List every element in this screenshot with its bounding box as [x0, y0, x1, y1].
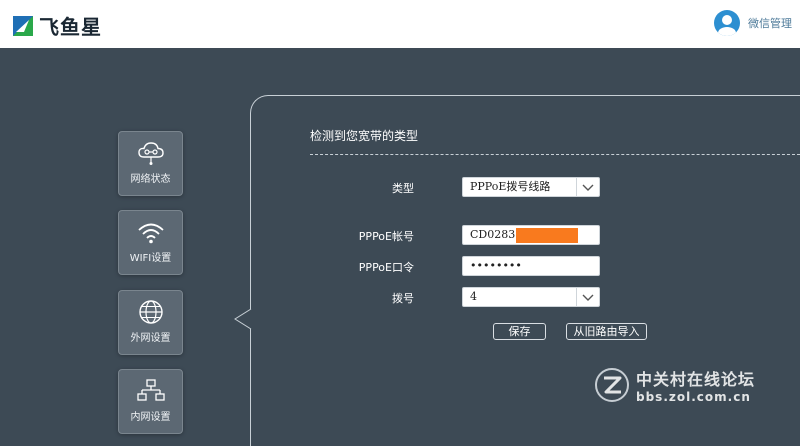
wechat-admin-link[interactable]: 微信管理	[714, 10, 792, 36]
sidebar-item-label: 网络状态	[130, 174, 171, 185]
connection-type-value: PPPoE拨号线路	[470, 180, 551, 193]
zol-logo-icon	[595, 368, 629, 402]
dial-value: 4	[470, 290, 477, 303]
cloud-network-icon	[137, 142, 164, 165]
panel-pointer	[234, 309, 252, 329]
lan-topology-icon	[136, 379, 165, 401]
wifi-icon	[137, 223, 164, 244]
sidebar-item-wan-settings[interactable]: 外网设置	[118, 290, 183, 355]
sidebar-item-label: 外网设置	[130, 333, 171, 344]
chevron-down-icon	[576, 178, 599, 196]
save-button[interactable]: 保存	[493, 323, 546, 340]
section-title: 检测到您宽带的类型	[310, 129, 419, 143]
account-label: 微信管理	[748, 17, 792, 30]
brand-logo-icon	[13, 15, 33, 36]
sidebar-item-wifi-settings[interactable]: WIFI设置	[118, 210, 183, 275]
sidebar-item-network-status[interactable]: 网络状态	[118, 131, 183, 196]
logo[interactable]: 飞鱼星	[12, 11, 102, 40]
brand-name: 飞鱼星	[39, 15, 102, 39]
watermark-url: bbs.zol.com.cn	[636, 390, 751, 404]
redaction-block	[516, 227, 579, 243]
top-bar: 飞鱼星 微信管理	[0, 0, 800, 48]
dashed-divider	[310, 154, 800, 155]
pppoe-account-input[interactable]: CD0283	[462, 225, 600, 245]
dial-select[interactable]: 4	[462, 287, 600, 307]
sidebar-item-lan-settings[interactable]: 内网设置	[118, 369, 183, 434]
user-avatar-icon	[714, 10, 740, 36]
connection-type-select[interactable]: PPPoE拨号线路	[462, 177, 600, 197]
pppoe-account-value: CD0283	[470, 228, 516, 241]
import-from-old-router-button[interactable]: 从旧路由导入	[566, 323, 647, 340]
chevron-down-icon	[576, 288, 599, 306]
dial-label: 拨号	[392, 292, 414, 305]
pppoe-password-label: PPPoE口令	[358, 261, 414, 274]
watermark: 中关村在线论坛 bbs.zol.com.cn	[594, 366, 755, 404]
watermark-title: 中关村在线论坛	[636, 370, 756, 389]
pppoe-password-input[interactable]: ••••••••	[462, 256, 600, 276]
pppoe-account-label: PPPoE帐号	[358, 230, 414, 243]
globe-icon	[138, 300, 163, 324]
pppoe-password-value: ••••••••	[470, 259, 522, 272]
sidebar-item-label: 内网设置	[130, 412, 171, 423]
sidebar-item-label: WIFI设置	[129, 253, 172, 264]
type-label: 类型	[392, 182, 414, 195]
